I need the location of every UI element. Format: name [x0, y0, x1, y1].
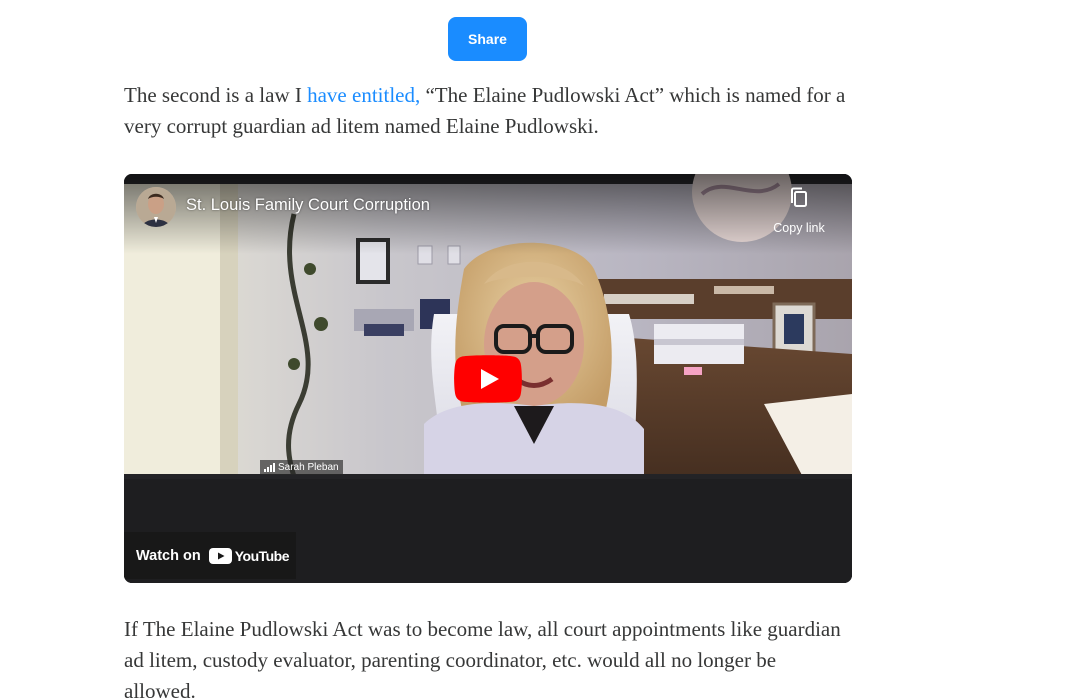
article-page: Share The second is a law I have entitle…	[0, 0, 1087, 698]
copy-link-label: Copy link	[773, 221, 825, 235]
watch-on-youtube-button[interactable]: Watch on YouTube	[124, 532, 296, 579]
channel-avatar[interactable]	[136, 187, 176, 227]
youtube-wordmark: YouTube	[234, 547, 290, 564]
share-button[interactable]: Share	[448, 17, 527, 61]
participant-name: Sarah Pleban	[278, 462, 339, 473]
youtube-video-embed[interactable]: St. Louis Family Court Corruption Copy l…	[124, 174, 852, 583]
article-paragraph: The second is a law I have entitled, “Th…	[124, 80, 852, 142]
watch-on-label: Watch on	[136, 547, 201, 564]
paragraph-text-before: The second is a law I	[124, 83, 308, 107]
have-entitled-link[interactable]: have entitled,	[307, 83, 420, 107]
youtube-logo-icon: YouTube	[208, 547, 290, 564]
video-title[interactable]: St. Louis Family Court Corruption	[186, 196, 430, 215]
play-icon	[454, 355, 522, 403]
participant-name-tag: Sarah Pleban	[260, 460, 343, 475]
copy-link-button[interactable]: Copy link	[764, 186, 834, 235]
article-paragraph-2: If The Elaine Pudlowski Act was to becom…	[124, 617, 841, 698]
play-button[interactable]	[454, 355, 522, 403]
signal-icon	[264, 463, 275, 472]
copy-icon	[788, 186, 810, 215]
